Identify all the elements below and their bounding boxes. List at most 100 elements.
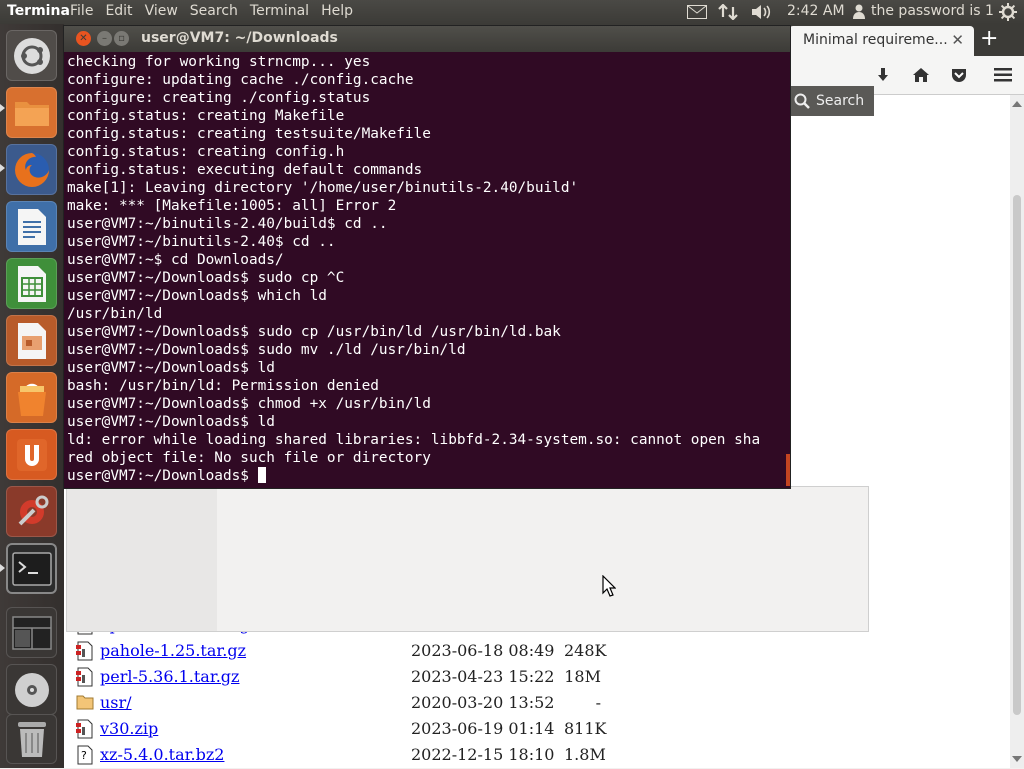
- scroll-up-icon[interactable]: [1012, 101, 1022, 107]
- search-icon: [794, 93, 810, 109]
- file-size: 248K: [564, 641, 607, 660]
- background-window-sidebar: [67, 487, 217, 631]
- menu-edit[interactable]: Edit: [105, 3, 132, 19]
- menu-help[interactable]: Help: [321, 3, 353, 19]
- terminal-prompt: user@VM7:~/Downloads$: [67, 468, 258, 484]
- terminal-titlebar[interactable]: ✕ – ▫ user@VM7: ~/Downloads: [64, 26, 790, 52]
- file-link[interactable]: perl-5.36.1.tar.gz: [100, 667, 239, 686]
- ubuntu-one-icon[interactable]: [6, 429, 57, 480]
- file-row: perl-5.36.1.tar.gz 2023-04-23 15:22 18M: [74, 664, 674, 690]
- terminal-launcher-icon[interactable]: [6, 543, 57, 594]
- terminal-line: red object file: No such file or directo…: [67, 450, 431, 466]
- workspace-switcher-icon[interactable]: [6, 607, 57, 658]
- volume-icon[interactable]: [751, 4, 773, 20]
- software-center-icon[interactable]: [6, 372, 57, 423]
- top-panel: Termina File Edit View Search Terminal H…: [0, 0, 1024, 24]
- terminal-line: user@VM7:~/Downloads$ sudo cp /usr/bin/l…: [67, 324, 561, 340]
- impress-icon[interactable]: [6, 315, 57, 366]
- dash-home-icon[interactable]: [6, 30, 57, 81]
- file-size: 18M: [564, 667, 601, 686]
- network-icon[interactable]: [718, 4, 738, 20]
- terminal-line: user@VM7:~/binutils-2.40/build$ cd ..: [67, 216, 388, 232]
- search-label: Search: [816, 93, 865, 109]
- terminal-line: make[1]: Leaving directory '/home/user/b…: [67, 180, 579, 196]
- terminal-title: user@VM7: ~/Downloads: [141, 30, 338, 46]
- clock[interactable]: 2:42 AM: [787, 3, 845, 19]
- files-icon[interactable]: [6, 87, 57, 138]
- terminal-line: config.status: creating config.h: [67, 144, 345, 160]
- menu-terminal[interactable]: Terminal: [250, 3, 309, 19]
- file-row: pahole-1.25.tar.gz 2023-06-18 08:49 248K: [74, 638, 674, 664]
- terminal-line: user@VM7:~/Downloads$ sudo cp ^C: [67, 270, 345, 286]
- file-date: 2023-06-18 08:49: [411, 641, 555, 660]
- mail-icon[interactable]: [687, 5, 707, 19]
- terminal-line: make: *** [Makefile:1005: all] Error 2: [67, 198, 397, 214]
- tab-title: Minimal requireme...: [803, 32, 948, 48]
- terminal-line: ld: error while loading shared libraries…: [67, 432, 761, 448]
- download-icon[interactable]: [872, 64, 894, 86]
- mouse-pointer-icon: [602, 575, 616, 597]
- file-link[interactable]: usr/: [100, 693, 132, 712]
- terminal-scroll-edge: [786, 454, 790, 486]
- terminal-line: user@VM7:~/Downloads$ ld: [67, 414, 275, 430]
- user-icon[interactable]: [853, 4, 865, 19]
- menu-icon[interactable]: [992, 64, 1014, 86]
- archive-icon: [76, 641, 94, 661]
- menu-view[interactable]: View: [145, 3, 178, 19]
- calc-icon[interactable]: [6, 258, 57, 309]
- terminal-line: user@VM7:~/Downloads$ chmod +x /usr/bin/…: [67, 396, 431, 412]
- file-row: usr/2020-03-20 13:52 -: [74, 690, 674, 716]
- launcher-active-pip: [0, 564, 5, 572]
- system-settings-icon[interactable]: [6, 486, 57, 537]
- terminal-line: configure: updating cache ./config.cache: [67, 72, 414, 88]
- terminal-line: configure: creating ./config.status: [67, 90, 371, 106]
- terminal-line: user@VM7:~/binutils-2.40$ cd ..: [67, 234, 336, 250]
- terminal-line: user@VM7:~$ cd Downloads/: [67, 252, 284, 268]
- file-date: 2022-12-15 18:10: [411, 745, 555, 764]
- firefox-icon[interactable]: [6, 144, 57, 195]
- scrollbar-thumb[interactable]: [1013, 195, 1021, 715]
- new-tab-icon[interactable]: +: [980, 26, 998, 51]
- folder-icon: [76, 693, 94, 713]
- text-cursor: [257, 467, 266, 483]
- terminal-line: config.status: creating testsuite/Makefi…: [67, 126, 431, 142]
- tab-close-icon[interactable]: ✕: [951, 31, 964, 49]
- file-size: 1.8M: [564, 745, 606, 764]
- menu-file[interactable]: File: [70, 3, 93, 19]
- dvd-icon[interactable]: [6, 664, 57, 715]
- terminal-line: bash: /usr/bin/ld: Permission denied: [67, 378, 379, 394]
- terminal-line: user@VM7:~/Downloads$ ld: [67, 360, 275, 376]
- terminal-output[interactable]: checking for working strncmp... yes confi…: [67, 53, 787, 485]
- file-date: 2023-04-23 15:22: [411, 667, 555, 686]
- browser-tab[interactable]: Minimal requireme... ✕: [789, 26, 974, 56]
- file-date: 2020-03-20 13:52: [411, 693, 555, 712]
- session-gear-icon[interactable]: [999, 3, 1017, 21]
- file-date: 2023-06-19 01:14: [411, 719, 555, 738]
- terminal-prompt-line[interactable]: user@VM7:~/Downloads$: [67, 467, 787, 485]
- terminal-window[interactable]: ✕ – ▫ user@VM7: ~/Downloads checking for…: [64, 26, 790, 488]
- trash-icon[interactable]: [6, 714, 57, 764]
- terminal-line: checking for working strncmp... yes: [67, 54, 371, 70]
- page-search-box[interactable]: Search: [786, 86, 874, 116]
- close-icon[interactable]: ✕: [76, 31, 91, 46]
- launcher-active-pip: [0, 164, 5, 172]
- scroll-down-icon[interactable]: [1012, 756, 1022, 762]
- launcher-active-pip: [0, 104, 5, 112]
- user-label[interactable]: the password is 1: [871, 3, 994, 19]
- home-icon[interactable]: [910, 64, 932, 86]
- browser-scrollbar[interactable]: [1010, 95, 1024, 768]
- minimize-icon[interactable]: –: [97, 31, 112, 46]
- menu-search[interactable]: Search: [190, 3, 238, 19]
- file-size: -: [595, 693, 601, 712]
- file-row: ? xz-5.4.0.tar.bz2 2022-12-15 18:10 1.8M: [74, 742, 674, 768]
- writer-icon[interactable]: [6, 201, 57, 252]
- pocket-icon[interactable]: [948, 64, 970, 86]
- file-link[interactable]: v30.zip: [100, 719, 158, 738]
- unknown-file-icon: ?: [76, 745, 94, 765]
- terminal-line: /usr/bin/ld: [67, 306, 163, 322]
- terminal-line: user@VM7:~/Downloads$ which ld: [67, 288, 327, 304]
- maximize-icon[interactable]: ▫: [114, 31, 129, 46]
- file-link[interactable]: xz-5.4.0.tar.bz2: [100, 745, 224, 764]
- file-link[interactable]: pahole-1.25.tar.gz: [100, 641, 246, 660]
- terminal-line: user@VM7:~/Downloads$ sudo mv ./ld /usr/…: [67, 342, 466, 358]
